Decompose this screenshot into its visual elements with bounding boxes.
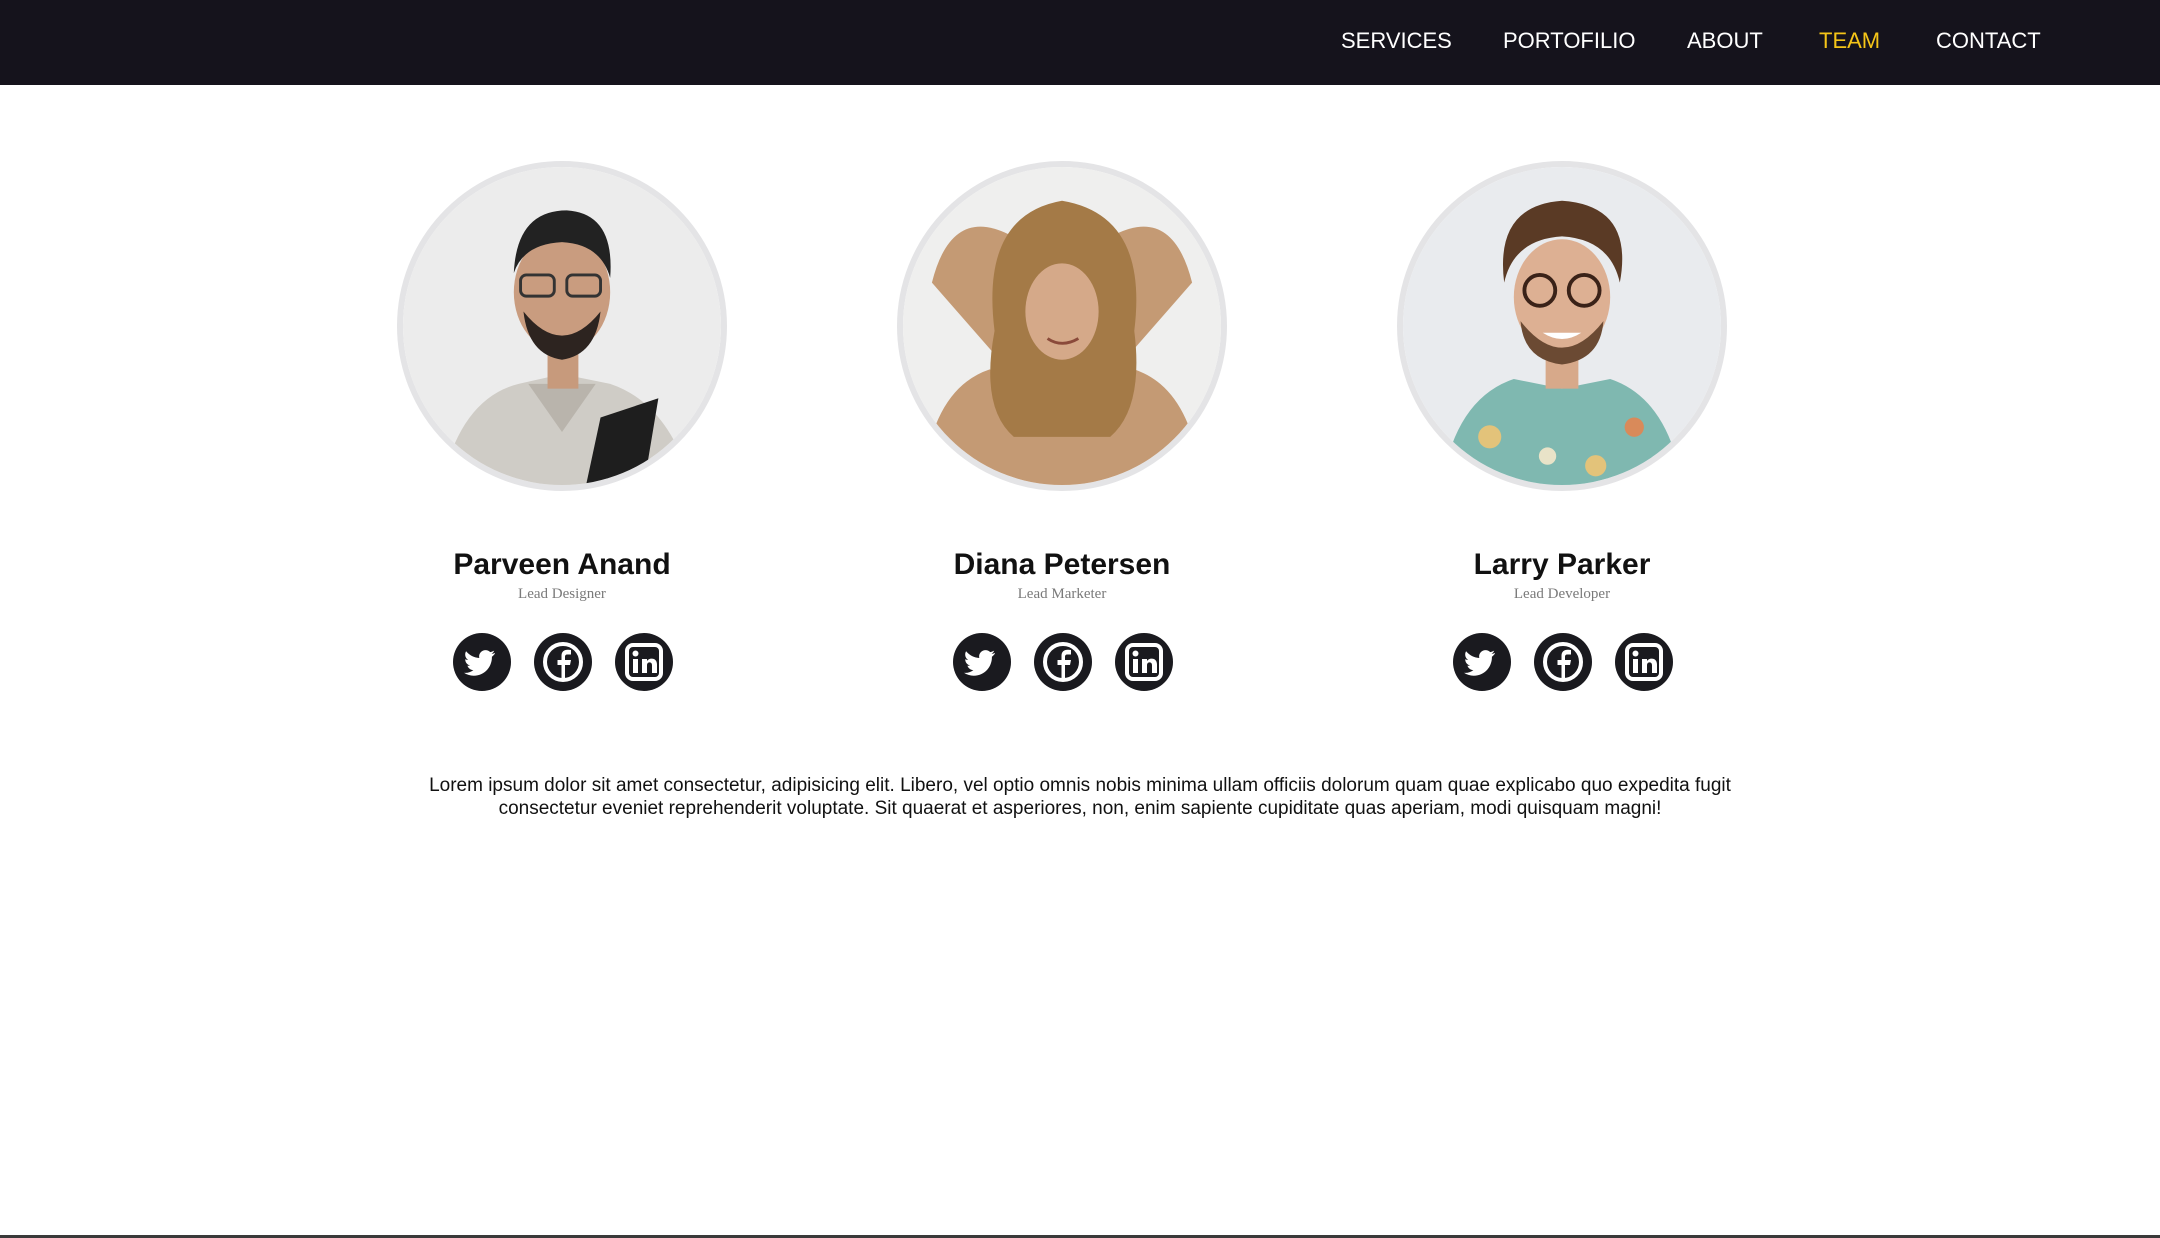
team-member-card: Diana Petersen Lead Marketer (812, 0, 1312, 700)
linkedin-icon[interactable] (1615, 633, 1673, 691)
member-role: Lead Designer (518, 586, 606, 602)
member-photo (897, 161, 1227, 491)
twitter-icon[interactable] (953, 633, 1011, 691)
team-member-card: Parveen Anand Lead Designer (312, 0, 812, 700)
team-member-card: Larry Parker Lead Developer (1312, 0, 1812, 700)
member-name: Parveen Anand (453, 548, 671, 581)
member-photo (397, 161, 727, 491)
nav-contact[interactable]: CONTACT (1936, 26, 2041, 55)
team-description: Lorem ipsum dolor sit amet consectetur, … (429, 775, 1731, 819)
facebook-icon[interactable] (1034, 633, 1092, 691)
member-role: Lead Marketer (1017, 586, 1107, 602)
linkedin-icon[interactable] (1115, 633, 1173, 691)
twitter-icon[interactable] (1453, 633, 1511, 691)
member-photo (1397, 161, 1727, 491)
member-role: Lead Developer (1513, 586, 1611, 602)
linkedin-icon[interactable] (615, 633, 673, 691)
nav-team[interactable]: TEAM (1819, 26, 1880, 55)
facebook-icon[interactable] (534, 633, 592, 691)
member-name: Diana Petersen (953, 548, 1171, 581)
facebook-icon[interactable] (1534, 633, 1592, 691)
twitter-icon[interactable] (453, 633, 511, 691)
member-name: Larry Parker (1473, 548, 1651, 581)
